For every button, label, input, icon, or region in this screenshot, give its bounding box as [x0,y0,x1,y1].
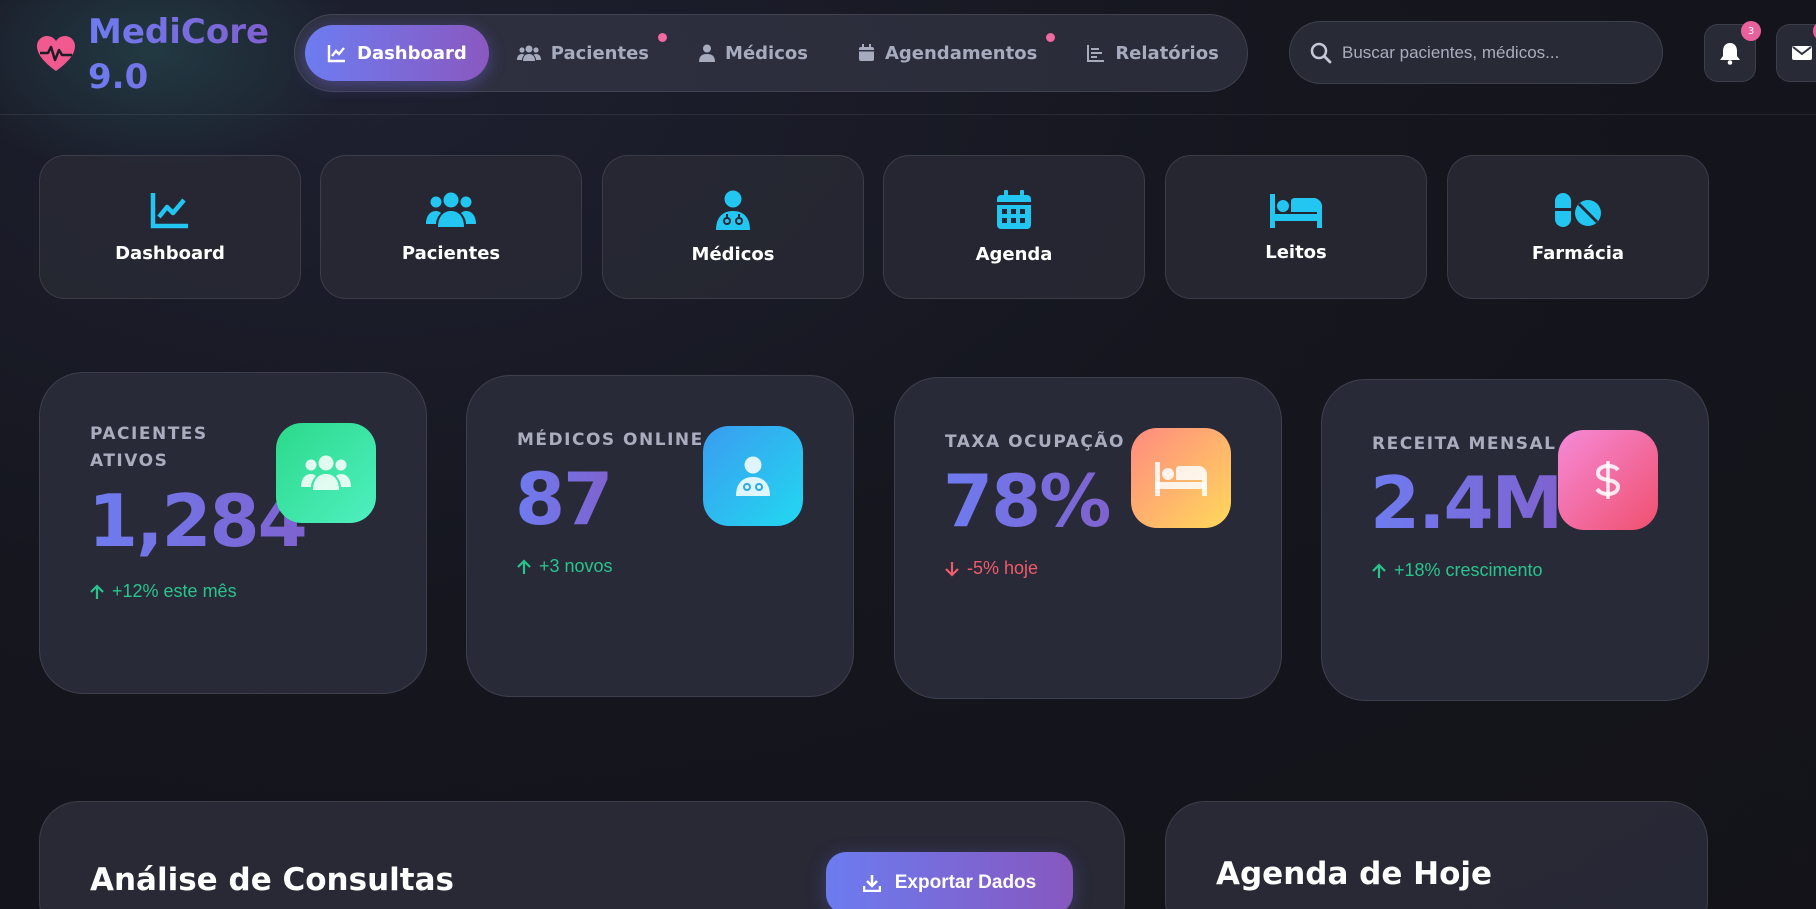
stat-trend-text: +3 novos [539,556,613,576]
envelope-icon [1792,46,1812,60]
main-nav: Dashboard Pacientes Médicos Agendamentos… [294,14,1248,92]
tile-farmacia[interactable]: Farmácia [1447,155,1709,299]
tile-label: Médicos [691,243,775,265]
nav-relatorios[interactable]: Relatórios [1065,25,1240,81]
tile-label: Leitos [1265,241,1327,263]
nav-label: Médicos [725,42,808,64]
nav-label: Agendamentos [884,42,1038,64]
stat-label: RECEITA MENSAL [1372,431,1556,458]
stat-label: PACIENTES ATIVOS [90,421,208,475]
user-doctor-icon [716,190,750,230]
heart-pulse-icon [37,36,75,71]
calendar-icon [997,189,1031,229]
arrow-up-icon [1372,562,1386,578]
stat-icon-box [703,426,803,526]
stat-label: TAXA OCUPAÇÃO [945,429,1125,456]
calendar-icon [858,44,874,61]
stat-trend-text: -5% hoje [967,558,1039,578]
tile-medicos[interactable]: Médicos [602,155,864,299]
stat-icon-box [1558,430,1658,530]
nav-label: Pacientes [550,42,650,64]
app-version: 9.0 [88,55,269,100]
stat-label-line: TAXA OCUPAÇÃO [945,432,1125,452]
users-icon [426,192,476,227]
stat-trend: +12% este mês [90,581,237,602]
tile-label: Agenda [975,243,1053,265]
users-icon [301,455,351,490]
stat-icon-box [1131,428,1231,528]
bed-icon [1270,193,1322,228]
search-bar[interactable] [1289,21,1663,84]
stat-trend: +18% crescimento [1372,560,1543,581]
top-header: MediCore 9.0 Dashboard Pacientes Médicos… [0,0,1816,115]
search-icon [1310,42,1332,63]
messages-button[interactable] [1776,21,1816,82]
stat-card-pacientes[interactable]: PACIENTES ATIVOS 1,284 +12% este mês [39,372,427,694]
stat-value: 87 [515,457,613,541]
arrow-down-icon [945,561,959,577]
search-input[interactable] [1342,42,1642,63]
stat-value: 78% [943,459,1111,543]
stat-label-line: PACIENTES [90,424,208,444]
stat-card-receita[interactable]: RECEITA MENSAL 2.4M +18% crescimento [1321,379,1709,701]
tile-label: Dashboard [115,242,225,264]
nav-label: Relatórios [1115,42,1219,64]
agenda-panel: Agenda de Hoje [1165,801,1708,909]
stat-trend: +3 novos [517,556,613,577]
chart-line-icon [150,192,188,228]
stat-label-line: MÉDICOS ONLINE [517,430,704,450]
stat-value: 2.4M [1370,461,1563,545]
bar-chart-icon [1087,45,1105,62]
nav-dashboard[interactable]: Dashboard [305,25,489,81]
tile-label: Farmácia [1531,242,1625,264]
panel-title: Agenda de Hoje [1216,856,1493,892]
stat-trend-text: +18% crescimento [1394,560,1543,580]
nav-label: Dashboard [357,42,467,64]
export-button[interactable]: Exportar Dados [826,852,1073,909]
nav-agendamentos[interactable]: Agendamentos [836,25,1059,81]
dollar-icon [1595,461,1621,499]
app-logo[interactable]: MediCore 9.0 [34,10,269,100]
stat-label: MÉDICOS ONLINE [517,427,704,454]
tile-agenda[interactable]: Agenda [883,155,1145,299]
stat-card-medicos[interactable]: MÉDICOS ONLINE 87 +3 novos [466,375,854,697]
notification-dot [1046,33,1056,42]
stat-label-line: ATIVOS [90,451,169,471]
bell-icon [1720,43,1740,65]
arrow-up-icon [517,558,531,574]
download-icon [862,875,881,892]
arrow-up-icon [90,583,104,599]
stat-card-ocupacao[interactable]: TAXA OCUPAÇÃO 78% -5% hoje [894,377,1282,699]
stat-icon-box [276,423,376,523]
notification-dot [658,33,668,42]
nav-pacientes[interactable]: Pacientes [495,25,671,81]
tile-leitos[interactable]: Leitos [1165,155,1427,299]
app-name: MediCore [88,10,269,55]
panel-title: Análise de Consultas [90,862,454,898]
export-label: Exportar Dados [894,872,1037,893]
notifications-button[interactable]: 3 [1704,21,1761,82]
stat-label-line: RECEITA MENSAL [1372,434,1557,454]
nav-medicos[interactable]: Médicos [677,25,830,81]
tile-dashboard[interactable]: Dashboard [39,155,301,299]
bed-icon [1155,462,1207,496]
users-icon [516,45,541,61]
chart-line-icon [327,45,345,63]
user-doctor-icon [699,44,716,62]
tile-label: Pacientes [401,242,501,264]
notification-badge: 3 [1741,21,1761,41]
stat-trend-text: +12% este mês [112,581,237,601]
user-doctor-icon [736,456,770,496]
stat-trend: -5% hoje [945,558,1038,579]
tile-pacientes[interactable]: Pacientes [320,155,582,299]
stat-value: 1,284 [88,479,308,563]
pills-icon [1555,192,1601,227]
